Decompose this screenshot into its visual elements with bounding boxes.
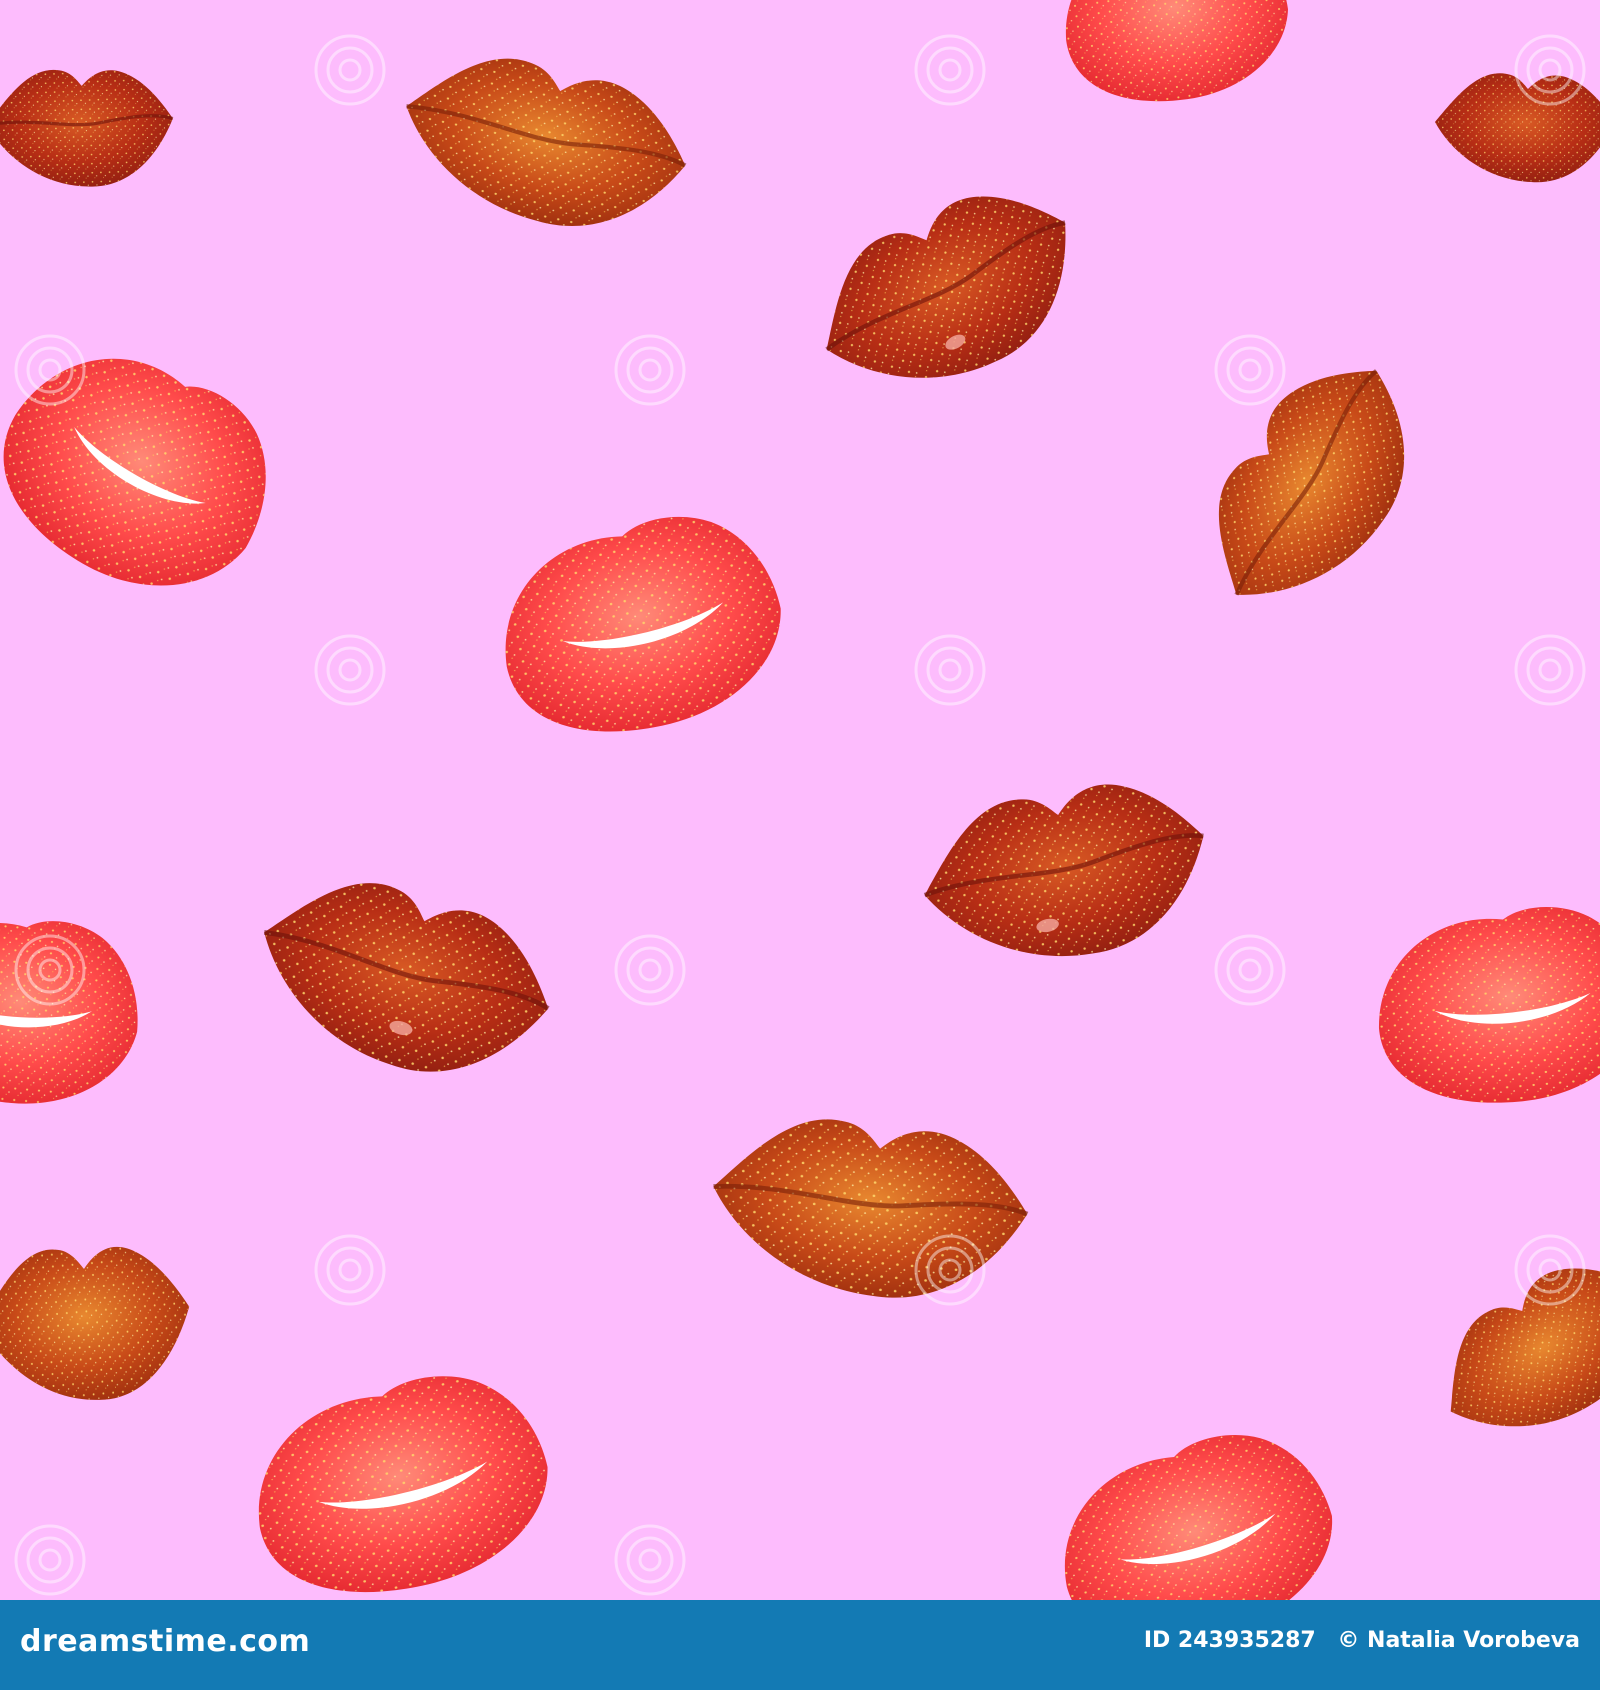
lips-coral-smile: [236, 1356, 567, 1600]
lips-copper: [705, 1109, 1035, 1310]
lips-copper: [388, 38, 700, 249]
lips-dark: [909, 762, 1223, 986]
dreamstime-logo-text: dreamstime.com: [20, 1624, 311, 1659]
lips-coral-smile: [0, 908, 147, 1114]
lips-coral-smile: [1369, 898, 1600, 1114]
lips-coral-smile: [1039, 1412, 1354, 1600]
pattern-canvas: [0, 0, 1600, 1600]
image-credit: ID 243935287 © Natalia Vorobeva: [1144, 1628, 1580, 1653]
author-credit: © Natalia Vorobeva: [1337, 1628, 1580, 1653]
lips-coral-smile: [483, 497, 800, 755]
image-id: ID 243935287: [1143, 1628, 1316, 1653]
lips-dark: [1435, 73, 1600, 183]
lips-coral: [1053, 0, 1299, 115]
lips-dark: [792, 158, 1108, 430]
lips-copper: [0, 1237, 197, 1410]
lips-dark: [0, 65, 176, 191]
stock-footer-bar: dreamstime.com ID 243935287 © Natalia Vo…: [0, 1600, 1600, 1690]
watermark-spiral-grid: [14, 34, 1586, 1596]
lips-dark: [239, 857, 569, 1101]
